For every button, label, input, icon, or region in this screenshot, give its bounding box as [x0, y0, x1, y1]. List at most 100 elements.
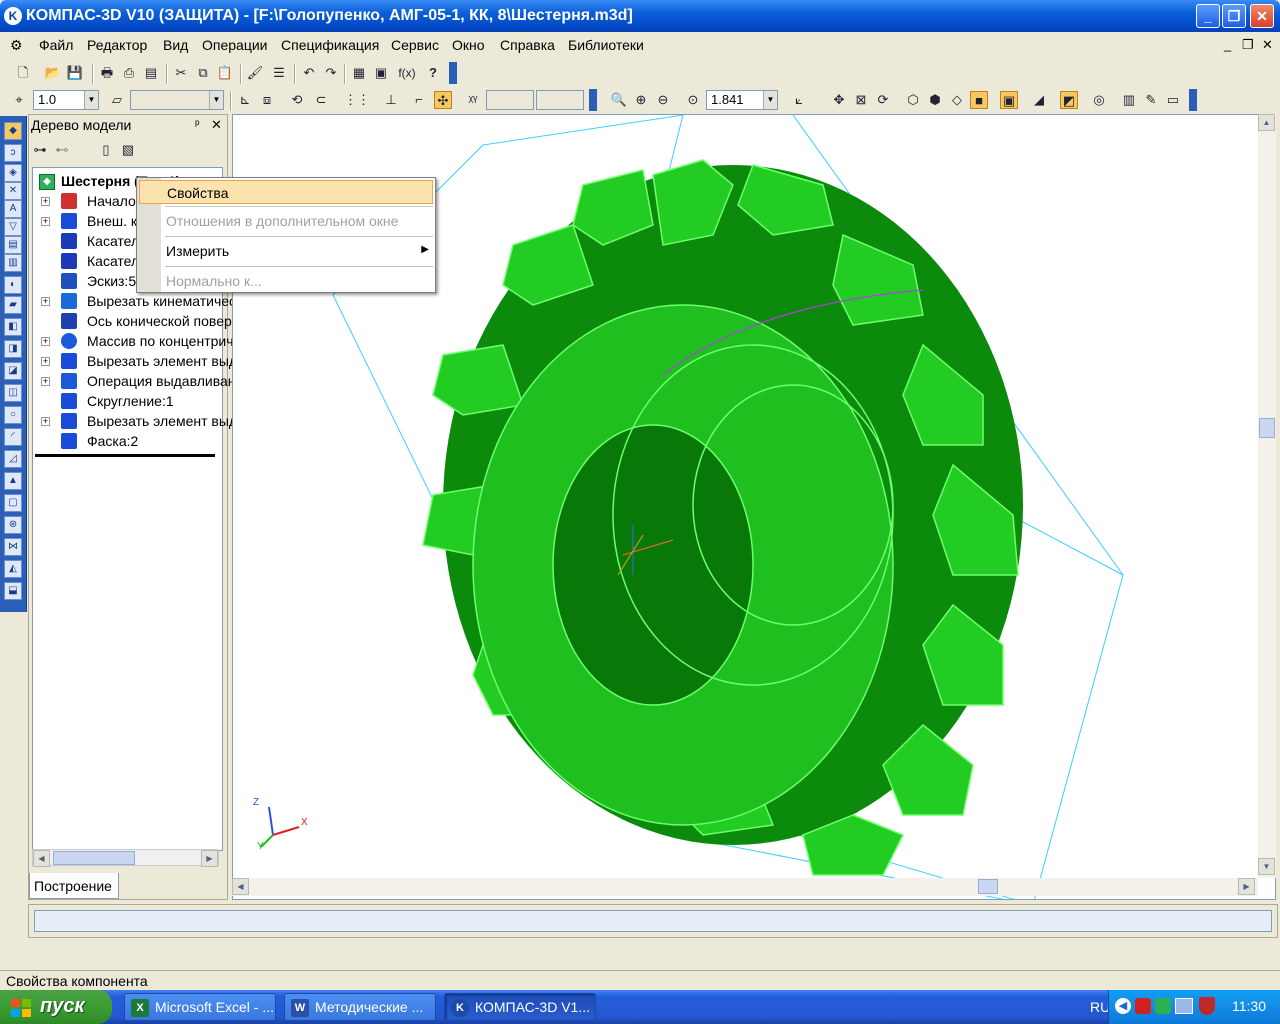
curves-icon[interactable]: ✕ — [4, 182, 22, 200]
shell-tool-icon[interactable]: ▢ — [4, 494, 22, 512]
model-tree-header[interactable]: Дерево модели ᵖ ✕ — [29, 115, 227, 135]
geometry-icon[interactable]: ◈ — [4, 164, 22, 182]
hidden-lines-icon[interactable]: ⬢ — [926, 91, 944, 109]
help-pointer-icon[interactable]: ? — [424, 64, 442, 82]
section-icon[interactable]: ◩ — [1060, 91, 1078, 109]
report-icon[interactable]: ▥ — [4, 254, 22, 272]
tree-structure-icon[interactable]: ⊶ — [31, 141, 49, 159]
viewport-horizontal-scrollbar[interactable]: ◀ ▶ — [232, 878, 1258, 896]
document-icon[interactable]: ⚙ — [10, 37, 23, 54]
menu-item-measure[interactable]: Измерить ▶ — [139, 239, 433, 263]
chevron-down-icon[interactable]: ▼ — [209, 91, 223, 109]
loft-tool-icon[interactable]: ◪ — [4, 362, 22, 380]
cut-tool-icon[interactable]: ◫ — [4, 384, 22, 402]
orient-icon[interactable]: ⧈ — [258, 91, 276, 109]
layer-combo[interactable]: ▼ — [130, 90, 224, 110]
scroll-thumb[interactable] — [53, 851, 135, 865]
redo-icon[interactable]: ↷ — [322, 64, 340, 82]
toolbar-end-grip[interactable] — [589, 89, 597, 111]
task-kompas[interactable]: K КОМПАС-3D V1... — [444, 993, 596, 1021]
minimize-button[interactable]: _ — [1196, 4, 1220, 28]
antivirus-icon[interactable] — [1135, 998, 1151, 1014]
scroll-down-icon[interactable]: ▼ — [1258, 858, 1275, 875]
expand-icon[interactable]: + — [41, 197, 50, 206]
snap-icon[interactable]: ⟲ — [288, 91, 306, 109]
tray-arrow-icon[interactable]: ◀ — [1115, 998, 1131, 1014]
maximize-button[interactable]: ❐ — [1222, 4, 1246, 28]
shaded-edges-icon[interactable]: ▣ — [1000, 91, 1018, 109]
tray-app-icon[interactable] — [1155, 998, 1171, 1014]
extrude-tool-icon[interactable]: ▰ — [4, 296, 22, 314]
print-icon[interactable]: 🖶 — [98, 64, 116, 82]
spec-icon[interactable]: ▤ — [4, 236, 22, 254]
macro-icon[interactable]: ◐ — [4, 276, 22, 294]
open-file-icon[interactable]: 📂 — [44, 64, 62, 82]
assembly-tool-icon[interactable]: ⬓ — [4, 582, 22, 600]
viewport-vertical-scrollbar[interactable]: ▲ ▼ — [1258, 114, 1276, 878]
pencil-icon[interactable]: ✎ — [1142, 91, 1160, 109]
shaded-icon[interactable]: ■ — [970, 91, 988, 109]
panel-icon[interactable]: ▭ — [1164, 91, 1182, 109]
new-file-icon[interactable]: 🗋 — [14, 64, 32, 82]
toolbar-end-grip[interactable] — [1189, 89, 1197, 111]
layer-icon[interactable]: ▱ — [108, 91, 126, 109]
menu-service[interactable]: Сервис — [391, 37, 439, 53]
zoom-window-icon[interactable]: 🔍 — [610, 91, 628, 109]
save-icon[interactable]: 💾 — [66, 64, 84, 82]
menu-help[interactable]: Справка — [500, 37, 555, 53]
hole-tool-icon[interactable]: ○ — [4, 406, 22, 424]
dimensions-icon[interactable]: A — [4, 200, 22, 218]
wireframe-icon[interactable]: ⬡ — [904, 91, 922, 109]
scroll-thumb[interactable] — [978, 879, 998, 894]
scroll-left-icon[interactable]: ◀ — [33, 850, 50, 867]
x-coordinate-field[interactable] — [486, 90, 534, 110]
mirror-tool-icon[interactable]: ⋈ — [4, 538, 22, 556]
menu-operations[interactable]: Операции — [202, 37, 268, 53]
close-button[interactable]: ✕ — [1250, 4, 1274, 28]
menu-libraries[interactable]: Библиотеки — [568, 37, 644, 53]
edit-part-icon[interactable]: ◆ — [4, 122, 22, 140]
start-button[interactable]: пуск — [0, 990, 112, 1024]
menu-specification[interactable]: Спецификация — [281, 37, 379, 53]
filter-icon[interactable]: ▽ — [4, 218, 22, 236]
library-icon[interactable]: ▣ — [372, 64, 390, 82]
menu-edit[interactable]: Редактор — [87, 37, 147, 53]
paste-icon[interactable]: 📋 — [216, 64, 234, 82]
local-cs-icon[interactable]: ⊾ — [236, 91, 254, 109]
title-bar[interactable]: K КОМПАС-3D V10 (ЗАЩИТА) - [F:\Голопупен… — [0, 0, 1280, 32]
format-brush-icon[interactable]: 🖌 — [246, 64, 264, 82]
toolbar-end-grip[interactable] — [449, 62, 457, 84]
section-tool-icon[interactable]: ◭ — [4, 560, 22, 578]
grid-icon[interactable]: ⋮⋮ — [344, 91, 370, 109]
zoom-combo[interactable]: 1.841 ▼ — [706, 90, 778, 110]
zoom-in-icon[interactable]: ⊕ — [632, 91, 650, 109]
y-coordinate-field[interactable] — [536, 90, 584, 110]
kompas-icon[interactable]: K — [4, 7, 22, 25]
manager-icon[interactable]: ▦ — [350, 64, 368, 82]
mdi-minimize-button[interactable]: _ — [1224, 37, 1231, 52]
tree-filter-icon[interactable]: ⊷ — [53, 141, 71, 159]
xy-icon[interactable]: ᵡᵞ — [464, 91, 482, 109]
chamfer-tool-icon[interactable]: ◿ — [4, 450, 22, 468]
step-combo[interactable]: 1.0 ▼ — [33, 90, 99, 110]
magnet-icon[interactable]: ⊂ — [312, 91, 330, 109]
show-all-icon[interactable]: ⊠ — [852, 91, 870, 109]
menu-view[interactable]: Вид — [163, 37, 188, 53]
expand-icon[interactable]: + — [41, 217, 50, 226]
mdi-restore-button[interactable]: ❐ — [1242, 37, 1254, 53]
cut-icon[interactable]: ✂ — [172, 64, 190, 82]
menu-item-properties[interactable]: Свойства — [139, 180, 433, 204]
array-tool-icon[interactable]: ⊛ — [4, 516, 22, 534]
undo-icon[interactable]: ↶ — [300, 64, 318, 82]
pin-icon[interactable]: ᵖ — [195, 117, 200, 131]
rotate-tool-icon[interactable]: ◧ — [4, 318, 22, 336]
rotate-icon[interactable]: ⟳ — [874, 91, 892, 109]
scroll-left-icon[interactable]: ◀ — [232, 878, 249, 895]
variables-icon[interactable]: f(x) — [396, 64, 418, 82]
thin-lines-icon[interactable]: ◇ — [948, 91, 966, 109]
chevron-down-icon[interactable]: ▼ — [84, 91, 98, 109]
expand-icon[interactable]: + — [41, 417, 50, 426]
close-panel-icon[interactable]: ✕ — [211, 117, 222, 133]
zoom-scale-icon[interactable]: ⊙ — [684, 91, 702, 109]
clock[interactable]: 11:30 — [1232, 998, 1266, 1014]
